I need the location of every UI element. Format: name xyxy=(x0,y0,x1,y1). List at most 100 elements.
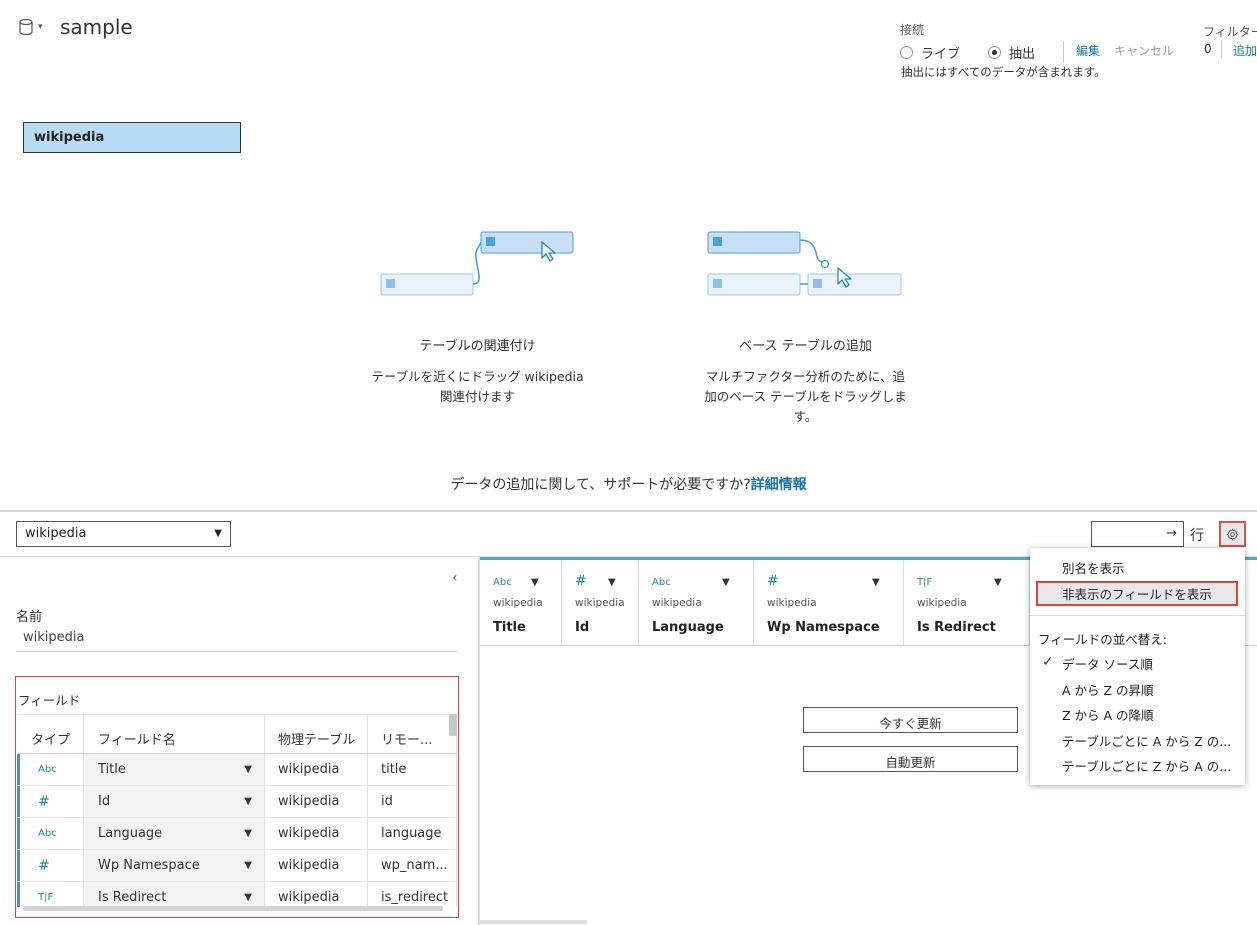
physical-table: wikipedia xyxy=(265,786,368,817)
col-header-physical-table[interactable]: 物理テーブル xyxy=(265,715,368,753)
edit-link[interactable]: 編集 xyxy=(1076,42,1100,59)
menu-item-show-hidden-fields[interactable]: 非表示のフィールドを表示 xyxy=(1062,584,1212,603)
column-name[interactable]: Title xyxy=(493,620,526,635)
extract-option[interactable]: 抽出 xyxy=(988,43,1035,62)
column-dropdown-icon[interactable]: ▼ xyxy=(608,577,616,588)
field-name[interactable]: Is Redirect xyxy=(98,890,166,905)
name-label: 名前 xyxy=(16,610,43,625)
relate-illustration xyxy=(380,231,574,296)
column-name[interactable]: Id xyxy=(575,620,589,635)
auto-refresh-button[interactable]: 自動更新 xyxy=(803,746,1018,772)
physical-table: wikipedia xyxy=(265,850,368,881)
field-name[interactable]: Title xyxy=(98,762,126,777)
field-dropdown-icon[interactable]: ▼ xyxy=(244,892,252,903)
number-type-icon[interactable]: # xyxy=(38,858,50,874)
physical-table: wikipedia xyxy=(265,818,368,849)
column-dropdown-icon[interactable]: ▼ xyxy=(722,577,730,588)
grid-column-title[interactable]: Abc ▼ wikipedia Title xyxy=(480,560,562,646)
field-dropdown-icon[interactable]: ▼ xyxy=(244,764,252,775)
column-name[interactable]: Wp Namespace xyxy=(767,620,880,635)
field-dropdown-icon[interactable]: ▼ xyxy=(244,860,252,871)
name-field[interactable]: wikipedia xyxy=(23,630,84,645)
physical-table: wikipedia xyxy=(265,882,368,907)
grid-column-is-redirect[interactable]: T|F ▼ wikipedia Is Redirect xyxy=(904,560,1030,646)
string-type-icon[interactable]: Abc xyxy=(38,764,57,775)
rows-input[interactable]: → xyxy=(1091,521,1184,547)
column-dropdown-icon[interactable]: ▼ xyxy=(531,577,539,588)
database-icon[interactable] xyxy=(18,18,34,36)
menu-item-sort-z-a[interactable]: Z から A の降順 xyxy=(1062,705,1154,724)
fields-vertical-scrollbar[interactable] xyxy=(449,714,457,736)
grid-column-id[interactable]: # ▼ wikipedia Id xyxy=(562,560,639,646)
settings-gear-button[interactable] xyxy=(1219,521,1246,547)
grid-column-wp-namespace[interactable]: # ▼ wikipedia Wp Namespace xyxy=(754,560,904,646)
filter-separator xyxy=(1221,40,1222,58)
grid-horizontal-scrollbar[interactable] xyxy=(480,920,587,924)
live-option[interactable]: ライブ xyxy=(900,43,960,62)
table-row[interactable]: # Id ▼ wikipedia id xyxy=(17,786,457,818)
number-type-icon[interactable]: # xyxy=(575,573,587,589)
datasource-menu-caret[interactable]: ▾ xyxy=(38,22,43,32)
table-row[interactable]: Abc Language ▼ wikipedia language xyxy=(17,818,457,850)
field-name[interactable]: Wp Namespace xyxy=(98,858,200,873)
collapse-panel-chevron-icon[interactable]: ‹ xyxy=(452,570,458,586)
field-dropdown-icon[interactable]: ▼ xyxy=(244,796,252,807)
fields-title: フィールド xyxy=(18,693,81,708)
table-row[interactable]: Abc Title ▼ wikipedia title xyxy=(17,754,457,786)
menu-item-sort-datasource[interactable]: データ ソース順 xyxy=(1062,654,1153,673)
table-row[interactable]: T|F Is Redirect ▼ wikipedia is_redirect xyxy=(17,882,457,907)
rows-arrow-icon[interactable]: → xyxy=(1166,526,1177,541)
column-source: wikipedia xyxy=(652,597,702,609)
fields-horizontal-scrollbar[interactable] xyxy=(23,906,443,911)
menu-item-show-aliases[interactable]: 別名を表示 xyxy=(1062,558,1125,577)
cancel-link[interactable]: キャンセル xyxy=(1114,42,1174,59)
canvas-divider[interactable] xyxy=(0,510,1257,512)
menu-item-sort-table-a-z[interactable]: テーブルごとに A から Z の... xyxy=(1062,731,1231,750)
base-desc-line-1: マルチファクター分析のために、追 xyxy=(705,369,906,384)
field-name[interactable]: Language xyxy=(98,826,162,841)
base-desc-line-3: す。 xyxy=(793,409,818,424)
col-header-type[interactable]: タイプ xyxy=(17,715,84,753)
refresh-now-button[interactable]: 今すぐ更新 xyxy=(803,707,1018,733)
help-text: データの追加に関して、サポートが必要ですか? xyxy=(450,477,751,493)
table-row[interactable]: # Wp Namespace ▼ wikipedia wp_nam... xyxy=(17,850,457,882)
boolean-type-icon[interactable]: T|F xyxy=(38,892,53,903)
col-header-field-name[interactable]: フィールド名 xyxy=(84,715,265,753)
help-link[interactable]: 詳細情報 xyxy=(751,477,807,493)
table-select[interactable]: wikipedia ▼ xyxy=(16,521,231,547)
field-dropdown-icon[interactable]: ▼ xyxy=(244,828,252,839)
relate-desc-line-2: 関連付けます xyxy=(439,389,515,404)
col-header-remote[interactable]: リモー... xyxy=(368,715,457,753)
column-dropdown-icon[interactable]: ▼ xyxy=(872,577,880,588)
boolean-type-icon[interactable]: T|F xyxy=(917,577,932,588)
menu-separator xyxy=(1030,615,1245,616)
menu-item-sort-a-z[interactable]: A から Z の昇順 xyxy=(1062,680,1154,699)
remote-field: title xyxy=(368,754,457,785)
string-type-icon[interactable]: Abc xyxy=(652,577,671,588)
base-table-title: ベース テーブルの追加 xyxy=(739,339,872,354)
fields-table: タイプ フィールド名 物理テーブル リモー... Abc Title ▼ wiki… xyxy=(17,714,457,907)
live-radio[interactable] xyxy=(900,45,913,59)
settings-menu: 別名を表示 非表示のフィールドを表示 フィールドの並べ替え: ✓ データ ソース… xyxy=(1030,548,1245,785)
connection-radio-group: ライブ 抽出 xyxy=(900,41,1065,63)
remote-field: wp_nam... xyxy=(368,850,457,881)
physical-table: wikipedia xyxy=(265,754,368,785)
live-label: ライブ xyxy=(921,46,961,62)
string-type-icon[interactable]: Abc xyxy=(493,577,512,588)
column-name[interactable]: Language xyxy=(652,620,724,635)
column-name[interactable]: Is Redirect xyxy=(917,620,996,635)
number-type-icon[interactable]: # xyxy=(38,794,50,810)
field-name[interactable]: Id xyxy=(98,794,110,809)
column-dropdown-icon[interactable]: ▼ xyxy=(994,577,1002,588)
number-type-icon[interactable]: # xyxy=(767,573,779,589)
select-caret-icon: ▼ xyxy=(214,528,222,539)
table-chip-wikipedia[interactable]: wikipedia xyxy=(23,122,241,153)
filter-add-link[interactable]: 追加 xyxy=(1233,42,1257,59)
datasource-title[interactable]: sample xyxy=(60,15,133,39)
menu-item-sort-table-z-a[interactable]: テーブルごとに Z から A の... xyxy=(1062,756,1231,775)
grid-column-language[interactable]: Abc ▼ wikipedia Language xyxy=(639,560,754,646)
filter-count: 0 xyxy=(1204,42,1212,56)
extract-radio[interactable] xyxy=(988,45,1002,59)
string-type-icon[interactable]: Abc xyxy=(38,828,57,839)
fields-table-header: タイプ フィールド名 物理テーブル リモー... xyxy=(17,715,457,754)
